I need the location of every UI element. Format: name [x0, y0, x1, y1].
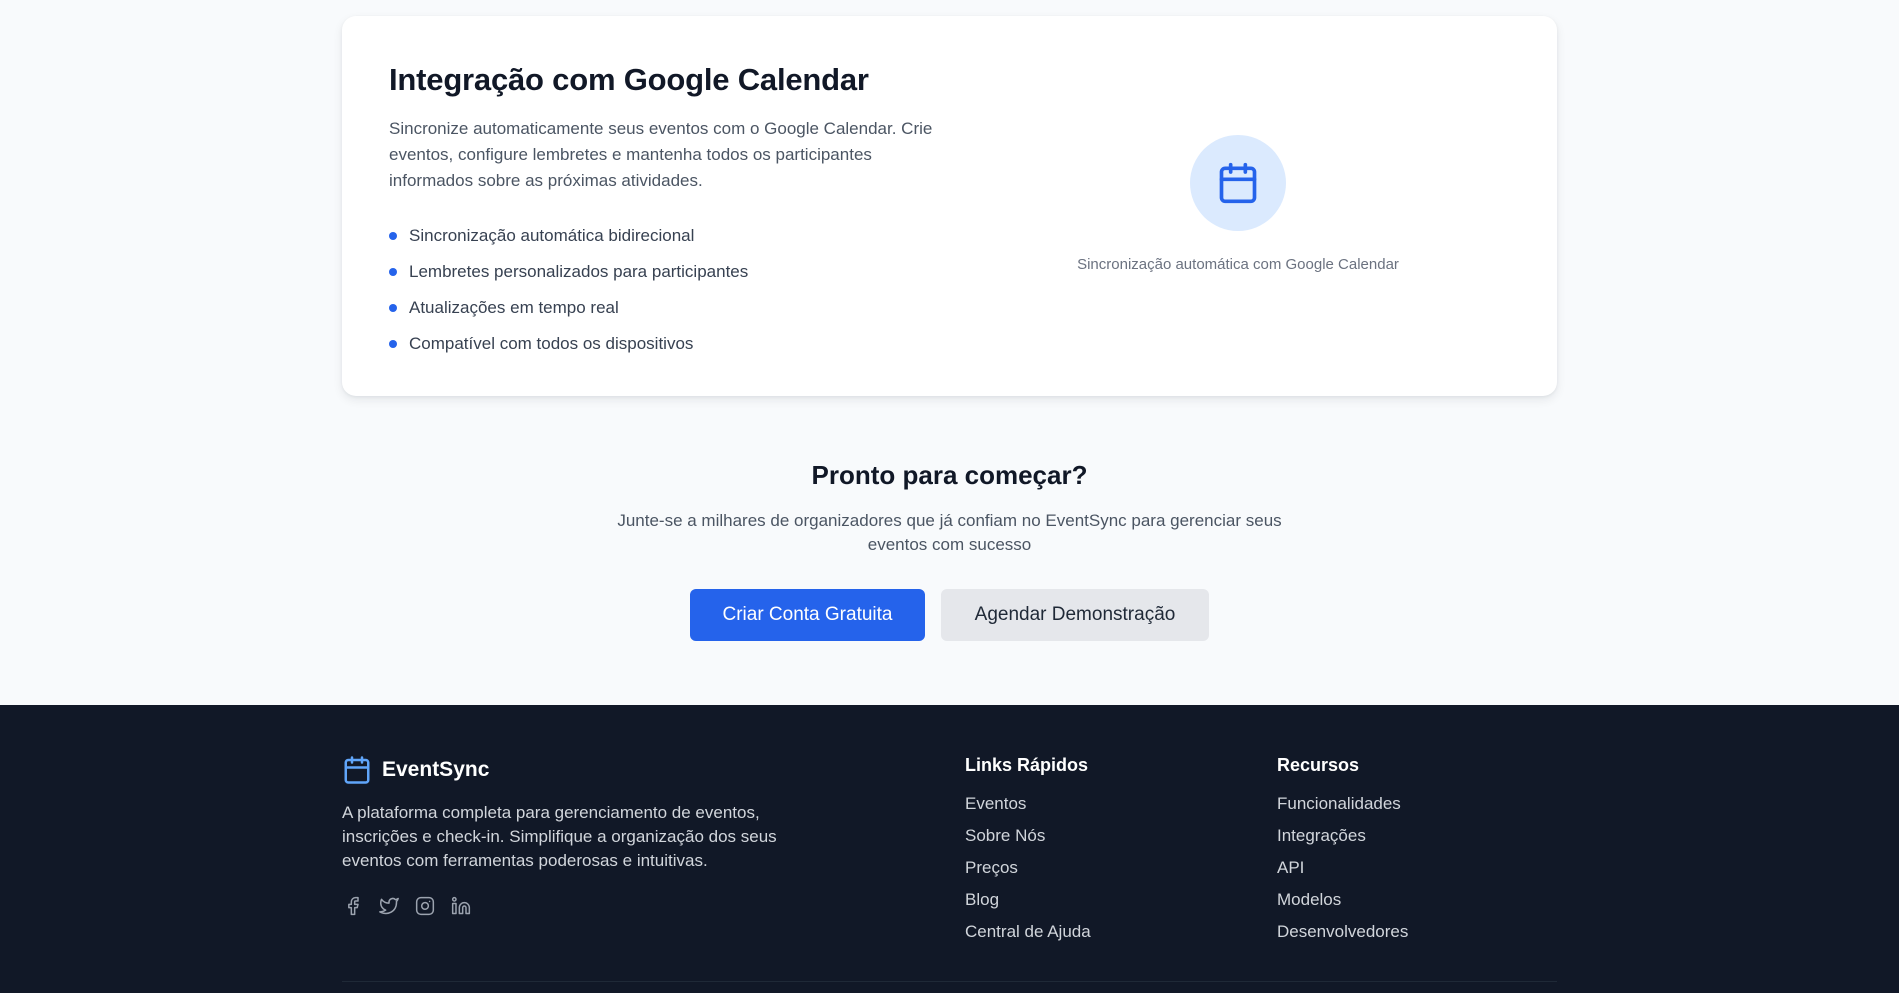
linkedin-icon[interactable] — [450, 895, 472, 917]
footer-link-blog[interactable]: Blog — [965, 890, 1091, 922]
cta-subtitle: Junte-se a milhares de organizadores que… — [617, 511, 1282, 554]
footer-description: A plataforma completa para gerenciamento… — [342, 803, 777, 870]
calendar-badge — [1190, 135, 1286, 231]
feature-item: Sincronização automática bidirecional — [389, 218, 748, 254]
feature-label: Atualizações em tempo real — [409, 298, 619, 317]
feature-item: Lembretes personalizados para participan… — [389, 254, 748, 290]
feature-label: Compatível com todos os dispositivos — [409, 334, 694, 353]
create-account-button[interactable]: Criar Conta Gratuita — [690, 589, 925, 641]
footer-brand[interactable]: EventSync — [342, 755, 489, 785]
schedule-demo-button[interactable]: Agendar Demonstração — [941, 589, 1209, 641]
footer-link-desenvolvedores[interactable]: Desenvolvedores — [1277, 922, 1408, 954]
instagram-icon[interactable] — [414, 895, 436, 917]
quick-links-column: Links Rápidos Eventos Sobre Nós Preços B… — [965, 755, 1091, 954]
bullet-icon — [389, 340, 397, 348]
footer-link-modelos[interactable]: Modelos — [1277, 890, 1408, 922]
feature-label: Sincronização automática bidirecional — [409, 226, 695, 245]
footer-link-precos[interactable]: Preços — [965, 858, 1091, 890]
integration-card: Integração com Google Calendar Sincroniz… — [342, 16, 1557, 396]
feature-label: Lembretes personalizados para participan… — [409, 262, 749, 281]
footer-link-sobre-nos[interactable]: Sobre Nós — [965, 826, 1091, 858]
resources-title: Recursos — [1277, 755, 1360, 775]
footer: EventSync A plataforma completa para ger… — [0, 705, 1899, 993]
brand-name: EventSync — [382, 758, 490, 781]
twitter-icon[interactable] — [378, 895, 400, 917]
calendar-icon — [1219, 162, 1257, 204]
footer-link-integracoes[interactable]: Integrações — [1277, 826, 1408, 858]
calendar-caption: Sincronização automática com Google Cale… — [1077, 256, 1399, 273]
quick-links-title: Links Rápidos — [965, 755, 1089, 775]
facebook-icon[interactable] — [342, 895, 364, 917]
integration-title: Integração com Google Calendar — [389, 62, 869, 97]
cta-title: Pronto para começar? — [811, 460, 1088, 490]
bullet-icon — [389, 232, 397, 240]
bullet-icon — [389, 268, 397, 276]
bullet-icon — [389, 304, 397, 312]
resources-column: Recursos Funcionalidades Integrações API… — [1277, 755, 1408, 954]
integration-feature-list: Sincronização automática bidirecional Le… — [389, 218, 748, 362]
social-links — [342, 895, 472, 917]
feature-item: Compatível com todos os dispositivos — [389, 326, 748, 362]
footer-link-api[interactable]: API — [1277, 858, 1408, 890]
calendar-icon — [344, 756, 370, 784]
footer-link-central-de-ajuda[interactable]: Central de Ajuda — [965, 922, 1091, 954]
footer-link-eventos[interactable]: Eventos — [965, 794, 1091, 826]
footer-link-funcionalidades[interactable]: Funcionalidades — [1277, 794, 1408, 826]
feature-item: Atualizações em tempo real — [389, 290, 748, 326]
footer-divider — [342, 981, 1557, 982]
integration-description: Sincronize automaticamente seus eventos … — [389, 119, 933, 190]
